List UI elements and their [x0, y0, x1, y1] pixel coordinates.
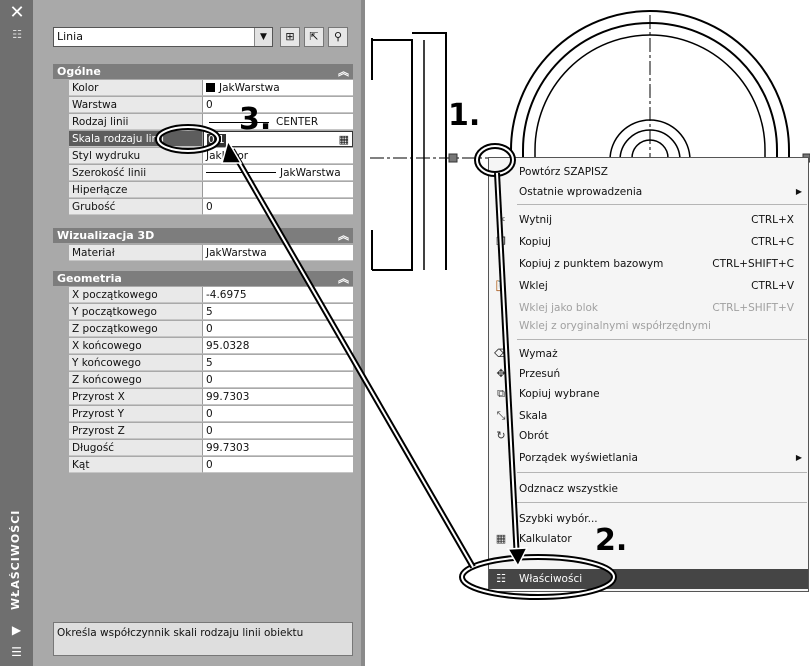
- annotation-step-1: 1.: [448, 98, 481, 133]
- copy-selection-icon: ⧉: [497, 387, 505, 400]
- drawing-profile-line: [412, 32, 447, 270]
- menu-item[interactable]: ⧉ Kopiuj wybrane: [489, 384, 808, 404]
- menu-item[interactable]: ❐ Kopiuj CTRL+C: [489, 232, 808, 252]
- menu-item: Wklej z oryginalnymi współrzędnymi: [489, 316, 808, 336]
- menu-item[interactable]: Powtórz SZAPISZ: [489, 162, 808, 182]
- menu-item[interactable]: Szybki wybór...: [489, 509, 808, 529]
- rotate-icon: ↻: [496, 429, 506, 442]
- menu-item-label: Obrót: [519, 430, 549, 442]
- menu-item-shortcut: CTRL+SHIFT+C: [712, 258, 794, 270]
- menu-item-label: Porządek wyświetlania: [519, 452, 638, 464]
- menu-item-shortcut: CTRL+X: [751, 214, 794, 226]
- menu-item-label: Wklej: [519, 280, 548, 292]
- menu-separator: [517, 502, 807, 503]
- menu-separator: [517, 339, 807, 340]
- menu-item: Wklej jako blok CTRL+SHIFT+V: [489, 298, 808, 318]
- menu-item-label: Kopiuj z punktem bazowym: [519, 258, 664, 270]
- menu-item-label: Wytnij: [519, 214, 553, 226]
- menu-item-shortcut: CTRL+SHIFT+V: [712, 302, 794, 314]
- submenu-arrow-icon: ▶: [795, 453, 802, 462]
- copy-icon: ❐: [496, 235, 506, 248]
- menu-item[interactable]: Porządek wyświetlania ▶: [489, 448, 808, 468]
- menu-separator: [517, 472, 807, 473]
- scissors-icon: ✂: [496, 213, 506, 226]
- menu-item-shortcut: CTRL+C: [750, 236, 794, 248]
- annotation-step-2: 2.: [595, 523, 628, 558]
- move-icon: ✥: [496, 367, 506, 380]
- menu-separator: [517, 204, 807, 205]
- menu-item[interactable]: ✂ Wytnij CTRL+X: [489, 210, 808, 230]
- menu-item[interactable]: Ostatnie wprowadzenia ▶: [489, 182, 808, 202]
- menu-item[interactable]: ⌫ Wymaż: [489, 344, 808, 364]
- menu-item[interactable]: ✥ Przesuń: [489, 364, 808, 384]
- eraser-icon: ⌫: [494, 347, 510, 360]
- menu-item[interactable]: 📋 Wklej CTRL+V: [489, 276, 808, 296]
- menu-item[interactable]: Kopiuj z punktem bazowym CTRL+SHIFT+C: [489, 254, 808, 274]
- menu-item-label: Wklej jako blok: [519, 302, 599, 314]
- menu-item-label: Przesuń: [519, 368, 561, 380]
- menu-item-label: Powtórz SZAPISZ: [519, 166, 609, 178]
- menu-item[interactable]: ↻ Obrót: [489, 426, 808, 446]
- context-menu: Powtórz SZAPISZ Ostatnie wprowadzenia ▶ ✂ Wy…: [488, 157, 809, 592]
- menu-item[interactable]: ⤡ Skala: [489, 406, 808, 426]
- menu-item-label: Wklej z oryginalnymi współrzędnymi: [519, 320, 711, 332]
- menu-item[interactable]: ☷ Właściwości: [489, 569, 808, 589]
- menu-item-label: Kalkulator: [519, 533, 572, 545]
- menu-item-label: Ostatnie wprowadzenia: [519, 186, 643, 198]
- menu-item-label: Szybki wybór...: [519, 513, 598, 525]
- menu-item-label: Właściwości: [519, 573, 583, 585]
- menu-item[interactable]: ▦ Kalkulator: [489, 529, 808, 549]
- menu-item-shortcut: CTRL+V: [751, 280, 794, 292]
- paste-icon: 📋: [494, 279, 508, 292]
- properties-icon: ☷: [496, 572, 506, 585]
- drawing-profile-line: [372, 39, 413, 271]
- grip-left[interactable]: [448, 153, 458, 163]
- menu-item-label: Odznacz wszystkie: [519, 483, 618, 495]
- menu-item-label: Kopiuj: [519, 236, 551, 248]
- menu-item-label: Kopiuj wybrane: [519, 388, 600, 400]
- scale-icon: ⤡: [496, 409, 506, 422]
- submenu-arrow-icon: ▶: [795, 187, 802, 196]
- menu-item-label: Skala: [519, 410, 548, 422]
- calculator-icon: ▦: [495, 532, 507, 545]
- annotation-step-3: 3.: [239, 102, 272, 137]
- menu-item-label: Wymaż: [519, 348, 558, 360]
- menu-item[interactable]: Odznacz wszystkie: [489, 479, 808, 499]
